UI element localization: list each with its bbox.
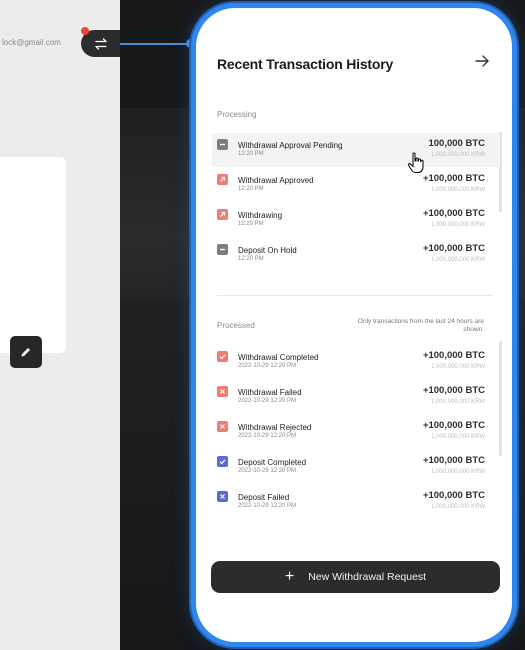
connector-line (120, 43, 190, 45)
section-divider (217, 295, 493, 296)
transaction-name: Withdrawal Failed (238, 388, 302, 397)
notification-dot (81, 27, 89, 35)
background-app: lock@gmail.com (0, 0, 120, 650)
x-icon (217, 386, 228, 397)
transaction-row[interactable]: Deposit On Hold 12:20 PM +100,000 BTC 1,000… (212, 238, 500, 272)
transaction-time: 12:20 PM (238, 186, 264, 192)
transaction-krw-amount: 1,000,000,000 KRW (431, 399, 485, 405)
transaction-name: Withdrawal Approved (238, 176, 314, 185)
transaction-time: 2022-10-29 12:20 PM (238, 503, 297, 509)
transaction-time: 12:20 PM (238, 221, 264, 227)
transaction-amount: +100,000 BTC (422, 490, 485, 501)
hand-cursor-icon (407, 152, 424, 173)
new-withdrawal-request-button[interactable]: + New Withdrawal Request (211, 561, 500, 593)
transaction-history-panel: Recent Transaction History Processing Wi… (191, 3, 517, 647)
processed-section-label: Processed (217, 321, 255, 330)
transaction-amount: +100,000 BTC (422, 385, 485, 396)
transaction-amount: 100,000 BTC (428, 138, 485, 149)
transaction-amount: +100,000 BTC (422, 243, 485, 254)
transaction-amount: +100,000 BTC (422, 350, 485, 361)
transaction-krw-amount: 1,000,000,000 KRW (431, 187, 485, 193)
transaction-name: Withdrawing (238, 211, 283, 220)
minus-icon (217, 244, 228, 255)
transaction-row[interactable]: Deposit Failed 2022-10-29 12:20 PM +100,00… (212, 485, 500, 519)
transaction-amount: +100,000 BTC (422, 420, 485, 431)
transaction-time: 2022-10-29 12:20 PM (238, 363, 297, 369)
transaction-row[interactable]: Withdrawal Completed 2022-10-29 12:20 PM +… (212, 345, 500, 379)
transaction-krw-amount: 1,000,000,000 KRW (431, 257, 485, 263)
minus-icon (217, 139, 228, 150)
x-icon (217, 491, 228, 502)
transaction-row[interactable]: Withdrawal Failed 2022-10-29 12:20 PM +100… (212, 380, 500, 414)
arrow-up-right-icon (217, 174, 228, 185)
user-email: lock@gmail.com (2, 38, 61, 47)
transaction-time: 2022-10-29 12:20 PM (238, 433, 297, 439)
transaction-row[interactable]: Withdrawal Approved 12:20 PM +100,000 BTC 1… (212, 168, 500, 202)
background-card (0, 157, 66, 368)
transaction-amount: +100,000 BTC (422, 173, 485, 184)
transaction-krw-amount: 1,000,000,000 KRW (431, 364, 485, 370)
transaction-name: Withdrawal Approval Pending (238, 141, 343, 150)
transaction-name: Deposit Completed (238, 458, 307, 467)
transaction-row[interactable]: Withdrawal Approval Pending 12:20 PM 100,0… (212, 133, 500, 167)
transaction-name: Deposit On Hold (238, 246, 297, 255)
transaction-name: Deposit Failed (238, 493, 290, 502)
transaction-row[interactable]: Deposit Completed 2022-10-29 12:20 PM +100… (212, 450, 500, 484)
transaction-krw-amount: 1,000,000,000 KRW (431, 222, 485, 228)
transaction-time: 12:20 PM (238, 256, 264, 262)
processing-section-label: Processing (217, 110, 257, 119)
transaction-amount: +100,000 BTC (422, 455, 485, 466)
transaction-row[interactable]: Withdrawing 12:20 PM +100,000 BTC 1,000,000… (212, 203, 500, 237)
arrow-right-icon[interactable] (473, 52, 491, 70)
check-icon (217, 351, 228, 362)
plus-icon: + (284, 568, 295, 585)
x-icon (217, 421, 228, 432)
edit-button[interactable] (10, 336, 42, 368)
transaction-krw-amount: 1,000,000,000 KRW (431, 434, 485, 440)
transaction-krw-amount: 1,000,000,000 KRW (431, 152, 485, 158)
new-withdrawal-request-label: New Withdrawal Request (308, 571, 427, 583)
time-window-note: Only transactions from the last 24 hours… (357, 318, 484, 334)
transaction-time: 2022-10-29 12:20 PM (238, 468, 297, 474)
check-icon (217, 456, 228, 467)
transaction-time: 2022-10-29 12:20 PM (238, 398, 297, 404)
transaction-amount: +100,000 BTC (422, 208, 485, 219)
swap-arrows-icon (94, 37, 107, 50)
transaction-name: Withdrawal Completed (238, 353, 319, 362)
arrow-up-right-icon (217, 209, 228, 220)
panel-title: Recent Transaction History (217, 56, 394, 72)
transaction-name: Withdrawal Rejected (238, 423, 312, 432)
transaction-krw-amount: 1,000,000,000 KRW (431, 504, 485, 510)
transaction-row[interactable]: Withdrawal Rejected 2022-10-29 12:20 PM +1… (212, 415, 500, 449)
transaction-krw-amount: 1,000,000,000 KRW (431, 469, 485, 475)
pencil-icon (21, 348, 30, 357)
transaction-time: 12:20 PM (238, 151, 264, 157)
